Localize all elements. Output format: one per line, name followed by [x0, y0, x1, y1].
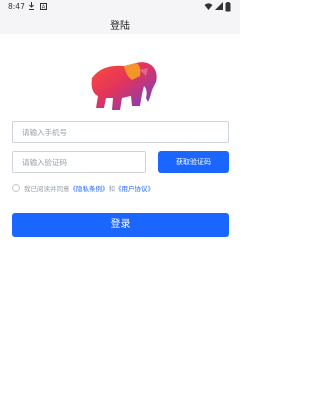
elephant-logo: [91, 62, 157, 110]
signal-icon: [215, 2, 223, 10]
phone-input[interactable]: [13, 122, 228, 142]
user-agreement-link[interactable]: 《用户协议》: [115, 185, 154, 193]
login-button[interactable]: 登录: [12, 213, 229, 237]
app-notification-icon: A: [40, 3, 47, 10]
verification-code-input[interactable]: [13, 152, 145, 172]
privacy-policy-link[interactable]: 《隐私条例》: [70, 185, 109, 193]
agreement-prefix: 我已阅读并同意: [24, 185, 70, 193]
download-icon: [29, 2, 34, 10]
wifi-icon: [204, 3, 213, 10]
battery-icon: [225, 2, 231, 12]
status-bar: 8:47 A: [0, 0, 240, 14]
agreement-text: 我已阅读并同意《隐私条例》和《用户协议》: [24, 183, 154, 193]
svg-text:A: A: [42, 5, 46, 10]
get-code-button[interactable]: 获取验证码: [158, 151, 229, 173]
page-title: 登陆: [110, 21, 130, 32]
agreement-checkbox[interactable]: [12, 184, 20, 192]
status-time: 8:47: [8, 2, 25, 11]
phone-field[interactable]: [12, 121, 229, 143]
top-header: 登陆: [0, 14, 240, 34]
code-field[interactable]: [12, 151, 146, 173]
